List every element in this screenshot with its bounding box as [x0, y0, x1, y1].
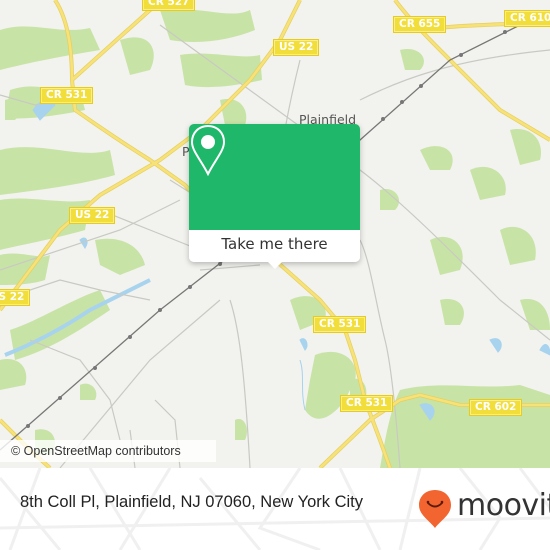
popup-header — [189, 124, 360, 230]
footer: 8th Coll Pl, Plainfield, NJ 07060, New Y… — [0, 468, 550, 550]
map-attribution[interactable]: © OpenStreetMap contributors — [0, 440, 216, 462]
take-me-there-button[interactable]: Take me there — [189, 230, 360, 262]
moovit-pin-icon — [419, 490, 451, 528]
road-shield-cr-531-south: CR 531 — [340, 395, 394, 412]
road-shield-cr-655: CR 655 — [393, 16, 447, 33]
map-view[interactable]: Plainfield P CR 527 CR 655 CR 610 US 22 … — [0, 0, 550, 468]
road-shield-cr-602: CR 602 — [469, 399, 523, 416]
road-shield-cr-610: CR 610 — [504, 10, 550, 27]
destination-popup: Take me there — [189, 124, 360, 269]
road-shield-us-22-left: US 22 — [0, 289, 31, 306]
road-shield-us-22-top: US 22 — [273, 39, 320, 56]
road-shield-cr-527: CR 527 — [142, 0, 196, 11]
moovit-wordmark: moovit — [457, 488, 550, 523]
popup-pointer — [266, 260, 284, 269]
road-shield-cr-531-nw: CR 531 — [40, 87, 94, 104]
road-shield-cr-531-center: CR 531 — [313, 316, 367, 333]
road-shield-us-22-mid: US 22 — [69, 207, 116, 224]
destination-address: 8th Coll Pl, Plainfield, NJ 07060, New Y… — [20, 493, 364, 511]
map-pin-icon — [190, 124, 226, 176]
